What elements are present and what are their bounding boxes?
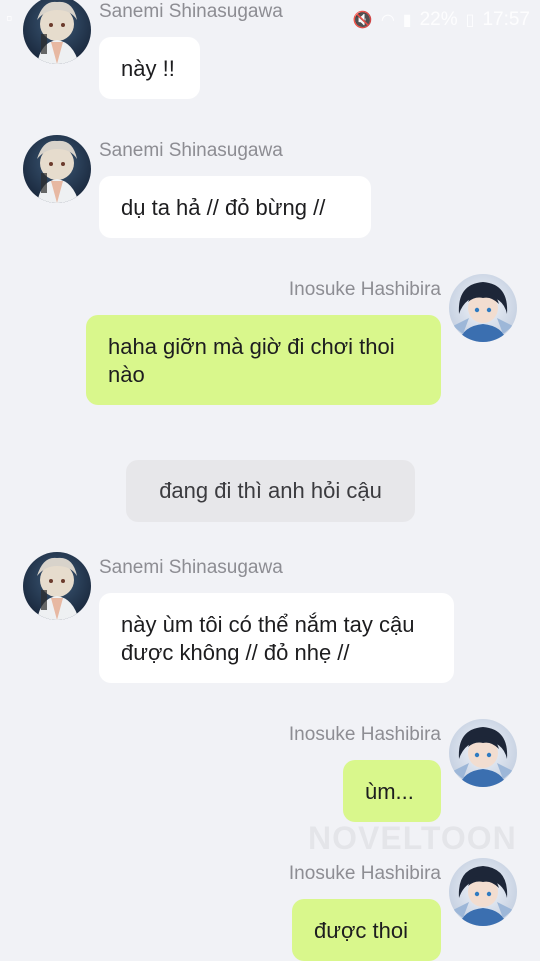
message-bubble[interactable]: này ùm tôi có thể nắm tay cậu được không… — [99, 593, 454, 683]
sanemi-avatar[interactable] — [23, 135, 91, 203]
inosuke-avatar[interactable] — [449, 719, 517, 787]
battery-icon: ▯ — [465, 12, 475, 29]
wifi-icon: ◠ — [380, 12, 395, 29]
mute-icon: 🔇 — [352, 12, 373, 29]
narration-bubble: đang đi thì anh hỏi cậu — [126, 460, 415, 522]
sanemi-avatar[interactable] — [23, 552, 91, 620]
notification-icon: ▫ — [6, 8, 13, 28]
message-bubble[interactable]: này !! — [99, 37, 200, 99]
sender-name: Inosuke Hashibira — [288, 724, 441, 745]
message-bubble[interactable]: haha giỡn mà giờ đi chơi thoi nào — [86, 315, 441, 405]
clock: 17:57 — [482, 9, 530, 30]
sender-name: Sanemi Shinasugawa — [99, 1, 283, 22]
message-bubble[interactable]: dụ ta hả // đỏ bừng // — [99, 176, 371, 238]
message-bubble[interactable]: ùm... — [343, 760, 441, 822]
sender-name: Inosuke Hashibira — [288, 279, 441, 300]
sanemi-avatar[interactable] — [23, 0, 91, 64]
message-bubble[interactable]: được thoi — [292, 899, 441, 961]
signal-icon: ▮ — [402, 12, 412, 29]
watermark: NOVELTOON — [308, 820, 517, 856]
sender-name: Sanemi Shinasugawa — [99, 557, 283, 578]
status-bar: 🔇 ◠ ▮ 22% ▯ 17:57 — [353, 0, 530, 40]
sender-name: Sanemi Shinasugawa — [99, 140, 283, 161]
battery-percent: 22% — [419, 9, 458, 30]
sender-name: Inosuke Hashibira — [288, 863, 441, 884]
inosuke-avatar[interactable] — [449, 858, 517, 926]
inosuke-avatar[interactable] — [449, 274, 517, 342]
